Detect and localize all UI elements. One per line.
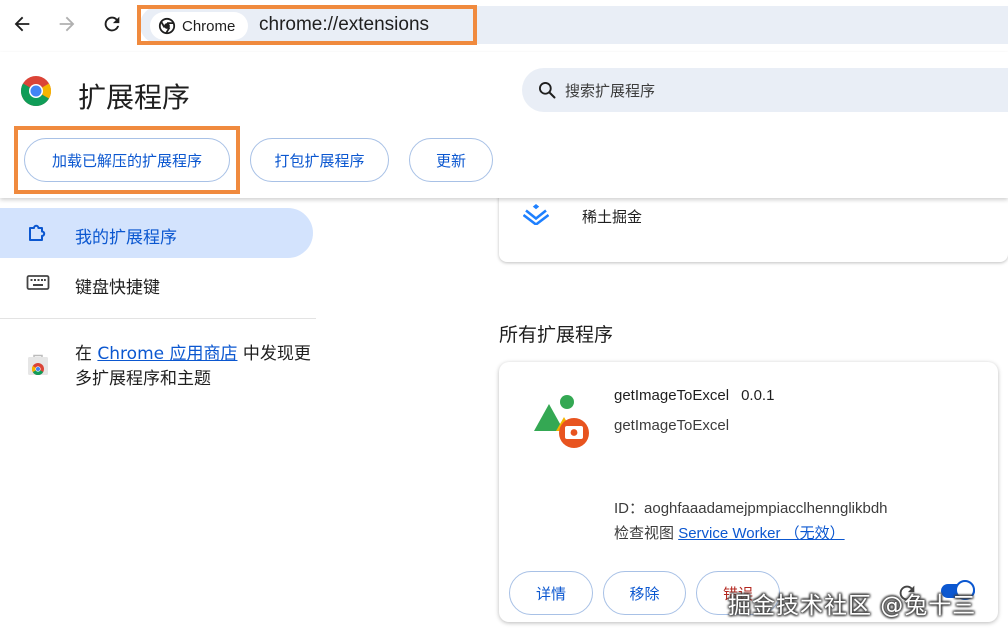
keyboard-icon xyxy=(26,275,50,290)
extension-title: getImageToExcel 0.0.1 xyxy=(614,387,774,404)
web-store-promo: 在 Chrome 应用商店 中发现更多扩展程序和主题 xyxy=(75,342,315,392)
extension-id-row: ID：aoghfaaadamejpmpiacclhennglikbdh xyxy=(614,497,888,518)
sidebar-divider xyxy=(0,318,316,319)
forward-button[interactable] xyxy=(53,10,81,38)
sidebar-item-my-extensions-label: 我的扩展程序 xyxy=(75,228,177,248)
web-store-icon xyxy=(28,354,48,376)
reload-button[interactable] xyxy=(98,10,126,38)
details-button[interactable]: 详情 xyxy=(509,571,593,615)
all-extensions-heading: 所有扩展程序 xyxy=(499,324,614,346)
watermark: 掘金技术社区 @兔十三 xyxy=(728,593,977,619)
extension-id: aoghfaaadamejpmpiacclhennglikbdh xyxy=(644,500,888,517)
extension-id-label: ID： xyxy=(614,500,645,517)
extension-puzzle-icon xyxy=(29,224,46,241)
extension-name: getImageToExcel xyxy=(614,387,730,404)
url-highlight-box xyxy=(137,5,477,45)
store-prefix: 在 xyxy=(75,344,98,364)
inspect-views-row: 检查视图 Service Worker （无效） xyxy=(614,522,845,543)
pack-extension-button[interactable]: 打包扩展程序 xyxy=(250,138,389,182)
extension-description: getImageToExcel xyxy=(614,417,730,434)
sidebar-item-keyboard-shortcuts[interactable]: 键盘快捷键 xyxy=(75,273,160,298)
update-button[interactable]: 更新 xyxy=(409,138,493,182)
reload-icon xyxy=(104,16,120,32)
chrome-color-logo-icon xyxy=(20,76,52,107)
search-placeholder: 搜索扩展程序 xyxy=(565,82,656,100)
load-unpacked-highlight-box xyxy=(14,126,240,194)
back-button[interactable] xyxy=(8,10,36,38)
web-store-link[interactable]: Chrome 应用商店 xyxy=(97,344,237,364)
page-title: 扩展程序 xyxy=(78,81,191,114)
service-worker-link[interactable]: Service Worker （无效） xyxy=(678,525,844,542)
remove-button[interactable]: 移除 xyxy=(603,571,686,615)
arrow-right-icon xyxy=(59,16,75,32)
extension-version: 0.0.1 xyxy=(741,387,775,404)
pinned-extension-name: 稀土掘金 xyxy=(582,208,643,226)
juejin-logo-icon xyxy=(523,204,549,225)
inspect-views-label: 检查视图 xyxy=(614,525,675,542)
arrow-left-icon xyxy=(14,16,30,32)
extension-logo-icon xyxy=(534,395,589,448)
search-icon xyxy=(539,82,556,99)
